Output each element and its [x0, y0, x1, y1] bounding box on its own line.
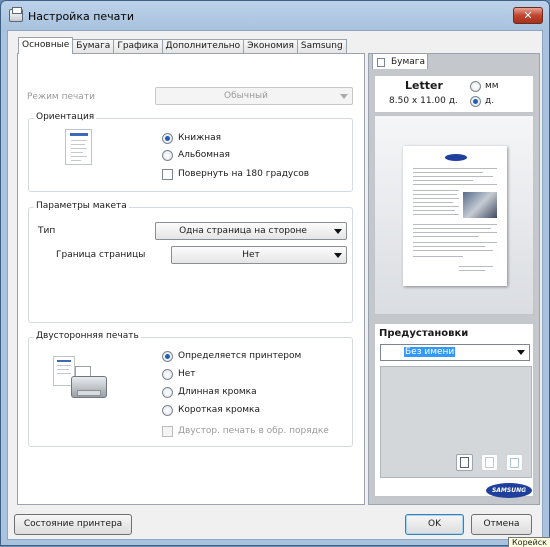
layout-type-label: Тип — [38, 226, 56, 236]
layout-type-value: Одна страница на стороне — [179, 226, 307, 236]
reverse-duplex-checkbox[interactable] — [162, 426, 173, 437]
print-settings-window: Настройка печати ✕ Основные Бумага Графи… — [0, 0, 550, 547]
preview-tab-label: Бумага — [391, 57, 426, 67]
duplex-short-edge-label: Короткая кромка — [178, 405, 260, 415]
cancel-button[interactable]: Отмена — [471, 514, 532, 535]
unit-mm-label: мм — [485, 81, 499, 91]
print-mode-select[interactable]: Обычный — [155, 87, 353, 105]
landscape-radio[interactable] — [162, 150, 173, 161]
layout-group: Параметры макета Тип Одна страница на ст… — [28, 201, 353, 323]
chevron-down-icon — [334, 253, 342, 258]
chevron-down-icon — [340, 94, 348, 99]
portrait-document-icon — [65, 129, 92, 165]
tab-paper-preview[interactable]: Бумага — [372, 53, 428, 69]
layout-type-select[interactable]: Одна страница на стороне — [155, 222, 347, 240]
duplex-none-radio[interactable] — [162, 369, 173, 380]
duplex-group: Двусторонняя печать Определяется принтер… — [28, 331, 353, 447]
orientation-title: Ориентация — [34, 112, 97, 122]
presets-value: Без имени — [404, 347, 456, 357]
printer-status-button[interactable]: Состояние принтера — [14, 514, 132, 535]
duplex-title: Двусторонняя печать — [34, 331, 141, 341]
delete-preset-button[interactable] — [506, 454, 523, 471]
presets-title: Предустановки — [379, 328, 469, 339]
basic-tab-panel: Режим печати Обычный Ориентация Книжная … — [17, 53, 365, 505]
save-icon — [485, 457, 494, 468]
tab-graphics[interactable]: Графика — [113, 39, 163, 54]
unit-inch-label: д. — [485, 96, 495, 106]
print-mode-value: Обычный — [224, 91, 268, 101]
page-icon — [377, 58, 385, 67]
tab-advanced[interactable]: Дополнительно — [161, 39, 245, 54]
duplex-auto-radio[interactable] — [162, 351, 173, 362]
presets-select[interactable]: Без имени — [380, 344, 530, 361]
dialog-body: Основные Бумага Графика Дополнительно Эк… — [7, 30, 543, 540]
tab-eco[interactable]: Экономия — [243, 39, 298, 54]
orientation-group: Ориентация Книжная Альбомная Повернуть н… — [28, 112, 353, 192]
duplex-printer-icon — [53, 356, 115, 402]
paper-info: Letter 8.50 x 11.00 д. мм д. — [374, 75, 534, 113]
preview-photo — [463, 192, 497, 218]
chevron-down-icon — [517, 350, 525, 355]
landscape-label: Альбомная — [178, 150, 230, 160]
unit-mm-radio[interactable] — [470, 81, 481, 92]
trash-icon — [510, 458, 519, 468]
chevron-down-icon — [334, 229, 342, 234]
layout-title: Параметры макета — [34, 201, 129, 211]
tab-paper[interactable]: Бумага — [72, 39, 115, 54]
portrait-label: Книжная — [178, 133, 222, 143]
samsung-logo-small — [445, 154, 467, 161]
samsung-logo: SAMSUNG — [486, 483, 532, 498]
paper-name: Letter — [405, 79, 443, 92]
duplex-auto-label: Определяется принтером — [178, 351, 302, 361]
duplex-short-edge-radio[interactable] — [162, 405, 173, 416]
duplex-long-edge-radio[interactable] — [162, 387, 173, 398]
tab-basic[interactable]: Основные — [18, 37, 74, 54]
paper-size: 8.50 x 11.00 д. — [389, 96, 458, 106]
tab-samsung[interactable]: Samsung — [296, 39, 347, 54]
portrait-radio[interactable] — [162, 133, 173, 144]
title-bar[interactable]: Настройка печати ✕ — [1, 1, 549, 31]
new-page-icon — [460, 457, 469, 468]
print-mode-label: Режим печати — [27, 92, 95, 102]
window-title: Настройка печати — [28, 10, 134, 23]
duplex-none-label: Нет — [178, 369, 196, 379]
unit-inch-radio[interactable] — [470, 96, 481, 107]
printer-icon — [9, 7, 23, 22]
page-border-label: Граница страницы — [56, 250, 146, 260]
tab-strip: Основные Бумага Графика Дополнительно Эк… — [18, 37, 347, 54]
duplex-long-edge-label: Длинная кромка — [178, 387, 257, 397]
page-border-value: Нет — [242, 250, 260, 260]
page-border-select[interactable]: Нет — [171, 246, 347, 264]
close-button[interactable]: ✕ — [513, 7, 543, 24]
page-preview — [403, 146, 507, 286]
rotate-180-checkbox[interactable] — [162, 169, 173, 180]
rotate-180-label: Повернуть на 180 градусов — [178, 169, 310, 179]
ok-button[interactable]: OK — [405, 514, 464, 535]
save-preset-button[interactable] — [481, 454, 498, 471]
new-preset-button[interactable] — [456, 454, 473, 471]
reverse-duplex-label: Двустор. печать в обр. порядке — [178, 426, 329, 436]
